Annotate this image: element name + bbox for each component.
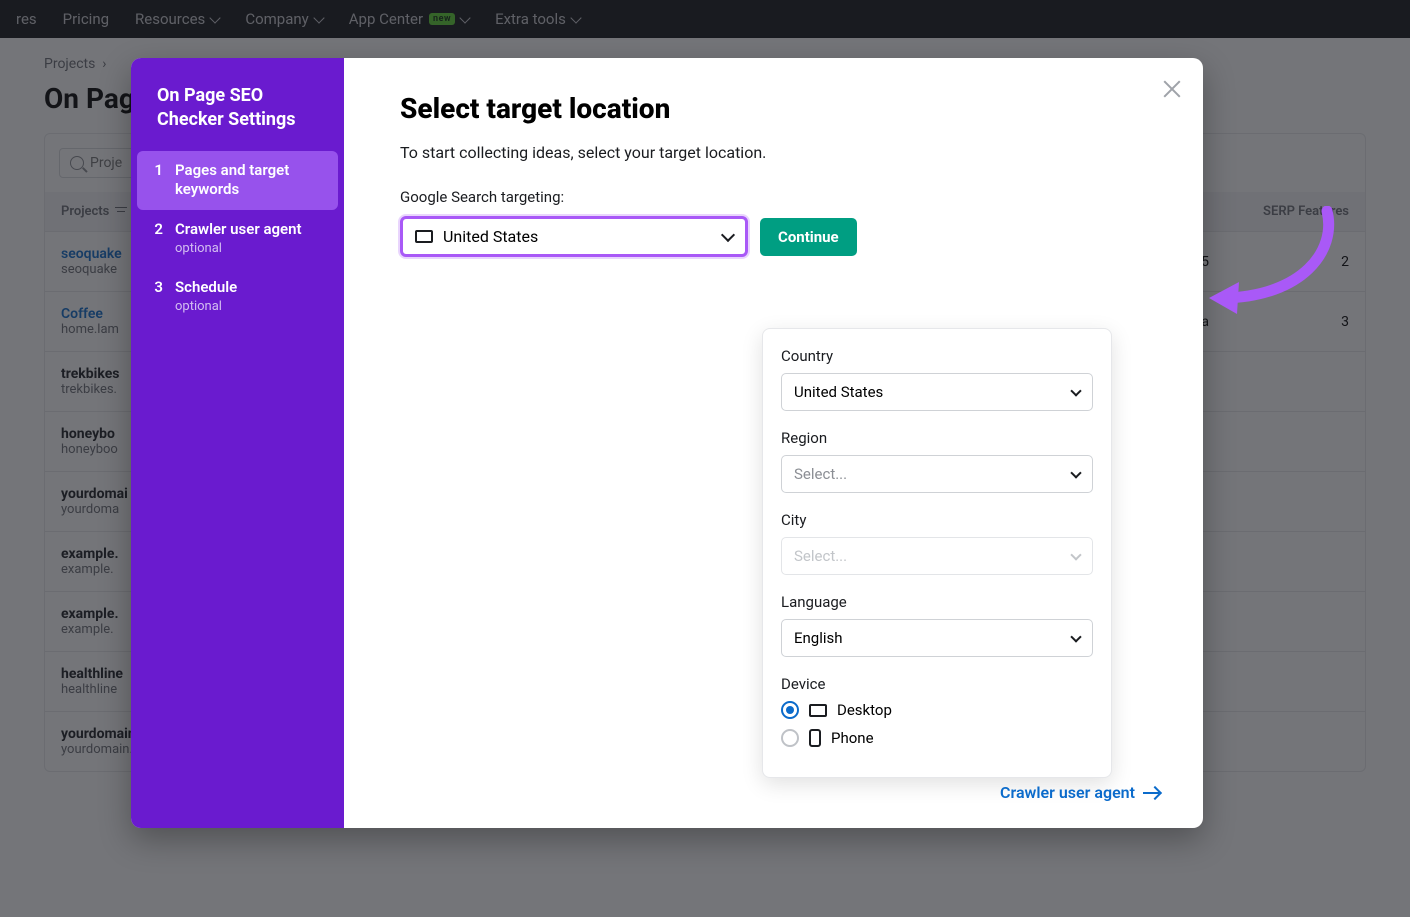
step-pages-keywords[interactable]: 1 Pages and target keywords — [137, 151, 338, 210]
city-label: City — [781, 511, 1093, 529]
location-value: United States — [443, 227, 713, 246]
chevron-down-icon — [1070, 467, 1081, 478]
modal-sidebar: On Page SEO Checker Settings 1 Pages and… — [131, 58, 344, 828]
modal-title: Select target location — [400, 92, 1147, 125]
language-select[interactable]: English — [781, 619, 1093, 657]
chevron-down-icon — [1070, 385, 1081, 396]
city-select[interactable]: Select... — [781, 537, 1093, 575]
continue-button[interactable]: Continue — [760, 218, 857, 256]
chevron-down-icon — [721, 227, 735, 241]
close-icon[interactable] — [1159, 76, 1185, 102]
radio-on-icon — [781, 701, 799, 719]
modal-subtitle: To start collecting ideas, select your t… — [400, 143, 1147, 162]
step-schedule[interactable]: 3 Scheduleoptional — [131, 268, 344, 326]
device-phone-option[interactable]: Phone — [781, 729, 1093, 747]
modal-sidebar-title: On Page SEO Checker Settings — [131, 84, 344, 151]
chevron-down-icon — [1070, 631, 1081, 642]
radio-off-icon — [781, 729, 799, 747]
device-label: Device — [781, 675, 1093, 693]
country-select[interactable]: United States — [781, 373, 1093, 411]
desktop-icon — [809, 704, 827, 717]
targeting-label: Google Search targeting: — [400, 188, 1147, 206]
desktop-icon — [415, 230, 433, 243]
step-crawler-user-agent[interactable]: 2 Crawler user agentoptional — [131, 210, 344, 268]
region-label: Region — [781, 429, 1093, 447]
settings-modal: On Page SEO Checker Settings 1 Pages and… — [131, 58, 1203, 828]
next-step-link[interactable]: Crawler user agent — [1000, 783, 1159, 802]
location-dropdown-panel: Country United States Region Select... C… — [762, 328, 1112, 778]
modal-main: Select target location To start collecti… — [344, 58, 1203, 828]
country-label: Country — [781, 347, 1093, 365]
arrow-right-icon — [1143, 792, 1159, 794]
region-select[interactable]: Select... — [781, 455, 1093, 493]
phone-icon — [809, 729, 821, 747]
chevron-down-icon — [1070, 549, 1081, 560]
device-desktop-option[interactable]: Desktop — [781, 701, 1093, 719]
location-selector[interactable]: United States — [400, 216, 748, 257]
language-label: Language — [781, 593, 1093, 611]
